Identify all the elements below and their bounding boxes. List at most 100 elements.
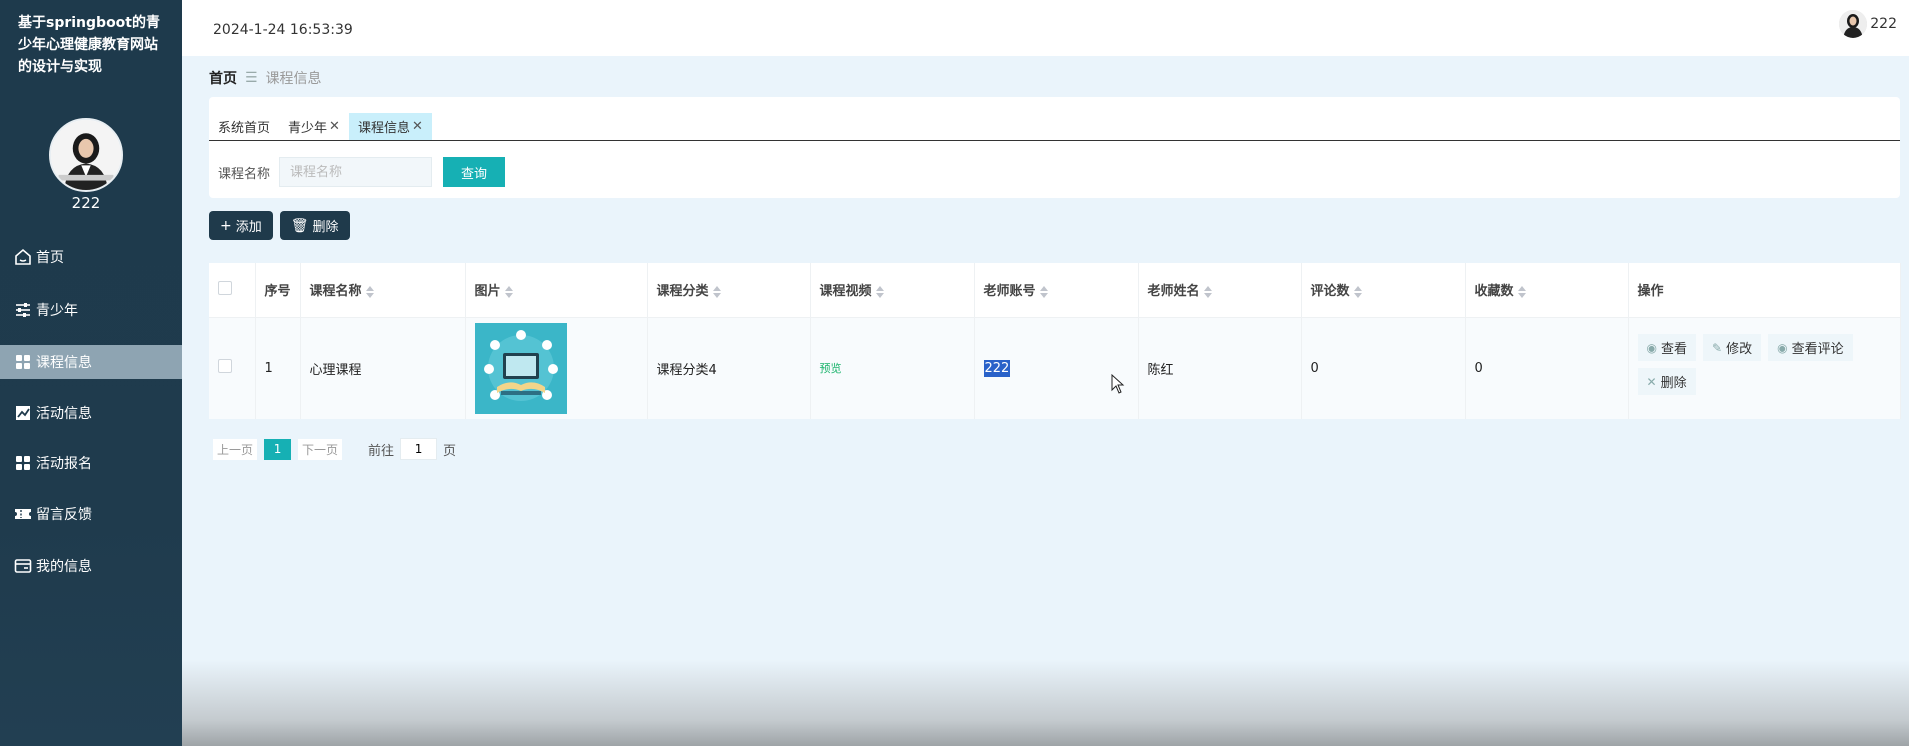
- sidebar-item-youth[interactable]: 青少年: [0, 293, 182, 327]
- edit-button[interactable]: ✎ 修改: [1703, 334, 1762, 362]
- sidebar-item-label: 留言反馈: [36, 507, 92, 523]
- delete-button[interactable]: 🗑 删除: [279, 211, 350, 240]
- row-checkbox[interactable]: [218, 359, 232, 374]
- column-header-operations: 操作: [1628, 263, 1901, 318]
- query-button[interactable]: 查询: [443, 157, 506, 187]
- avatar-image: [1839, 10, 1867, 38]
- edit-button-label: 修改: [1726, 342, 1753, 358]
- column-header-index: 序号: [255, 263, 301, 318]
- column-header-teacher-name[interactable]: 老师姓名: [1138, 263, 1302, 318]
- cell-image: [465, 317, 648, 419]
- page-number-current[interactable]: 1: [264, 438, 292, 460]
- column-label: 老师账号: [983, 284, 1036, 300]
- goto-page-input[interactable]: [400, 438, 438, 460]
- column-header-favorites[interactable]: 收藏数: [1465, 263, 1629, 318]
- sort-icon[interactable]: [1039, 285, 1048, 298]
- add-button[interactable]: + 添加: [209, 211, 273, 240]
- row-delete-button-label: 删除: [1660, 376, 1687, 392]
- sidebar-item-feedback[interactable]: 留言反馈: [0, 497, 182, 531]
- mouse-cursor-icon: [1111, 374, 1125, 394]
- breadcrumb: 首页 ☰ 课程信息: [209, 68, 322, 88]
- teacher-account-selected-text: 222: [983, 359, 1011, 377]
- prev-page-button[interactable]: 上一页: [213, 438, 258, 460]
- view-button-label: 查看: [1660, 342, 1687, 358]
- column-header-video[interactable]: 课程视频: [810, 263, 975, 318]
- sort-icon[interactable]: [1517, 285, 1526, 298]
- sidebar-item-label: 青少年: [36, 303, 78, 319]
- column-header-category[interactable]: 课程分类: [647, 263, 811, 318]
- tab-youth[interactable]: 青少年 ✕: [279, 113, 349, 140]
- tab-system-home[interactable]: 系统首页: [209, 113, 279, 140]
- column-label: 课程名称: [309, 284, 362, 300]
- trash-icon: 🗑: [290, 217, 309, 234]
- column-header-comments[interactable]: 评论数: [1301, 263, 1466, 318]
- column-label: 序号: [264, 284, 291, 300]
- eye-icon: ◉: [1777, 340, 1788, 355]
- page-unit-label: 页: [443, 443, 457, 459]
- top-header: 2024-1-24 16:53:39 222: [182, 0, 1909, 56]
- sort-icon[interactable]: [504, 285, 513, 298]
- tab-course-info[interactable]: 课程信息 ✕: [348, 113, 432, 140]
- sort-icon[interactable]: [1353, 285, 1362, 298]
- column-header-image[interactable]: 图片: [465, 263, 648, 318]
- action-bar: + 添加 🗑 删除: [209, 211, 357, 240]
- cell-video: 预览: [810, 317, 975, 419]
- cell-index: 1: [255, 317, 301, 419]
- header-avatar[interactable]: [1839, 10, 1867, 38]
- cell-favorites: 0: [1465, 317, 1629, 419]
- breadcrumb-separator-icon: ☰: [245, 70, 258, 86]
- next-page-button[interactable]: 下一页: [298, 438, 343, 460]
- sliders-icon: [14, 301, 32, 319]
- sort-icon[interactable]: [365, 285, 374, 298]
- card-icon: [14, 557, 32, 575]
- pagination: 上一页 1 下一页 前往 页: [213, 438, 456, 460]
- table-header-row: 序号 课程名称 图片 课程分类 课程视频 老师账号 老师姓名 评论数 收藏数 操…: [209, 263, 1901, 318]
- tab-label: 青少年: [288, 121, 328, 136]
- sidebar-avatar[interactable]: [49, 118, 123, 192]
- row-operations: ◉ 查看 ✎ 修改 ◉ 查看评论 ✕ 删除: [1637, 334, 1868, 402]
- grid-icon: [14, 353, 32, 371]
- column-label: 课程视频: [819, 284, 872, 300]
- column-label: 收藏数: [1474, 284, 1514, 300]
- cell-course-name: 心理课程: [300, 317, 466, 419]
- select-all-cell: [209, 263, 256, 318]
- select-all-checkbox[interactable]: [218, 280, 232, 295]
- sidebar-item-label: 课程信息: [36, 355, 92, 371]
- cell-category: 课程分类4: [647, 317, 811, 419]
- course-name-search-input[interactable]: [279, 157, 433, 187]
- column-header-teacher-account[interactable]: 老师账号: [974, 263, 1139, 318]
- video-preview-link[interactable]: 预览: [820, 362, 842, 375]
- tabs-search-panel: 系统首页 青少年 ✕ 课程信息 ✕ 课程名称 查询: [209, 97, 1900, 198]
- view-comments-button[interactable]: ◉ 查看评论: [1768, 334, 1853, 362]
- sort-icon[interactable]: [712, 285, 721, 298]
- sidebar-item-activity-info[interactable]: 活动信息: [0, 396, 182, 430]
- course-thumbnail[interactable]: [474, 322, 567, 414]
- view-comments-button-label: 查看评论: [1791, 342, 1844, 358]
- sidebar: 基于springboot的青少年心理健康教育网站的设计与实现 222 首页 青少…: [0, 0, 182, 746]
- sidebar-item-course-info[interactable]: 课程信息: [0, 345, 182, 379]
- close-icon[interactable]: ✕: [412, 119, 423, 134]
- column-label: 评论数: [1310, 284, 1350, 300]
- eye-icon: ◉: [1646, 340, 1657, 355]
- tab-bar: 系统首页 青少年 ✕ 课程信息 ✕: [209, 113, 1900, 141]
- row-delete-button[interactable]: ✕ 删除: [1637, 368, 1696, 396]
- header-datetime: 2024-1-24 16:53:39: [213, 22, 353, 38]
- sidebar-item-label: 我的信息: [36, 559, 92, 575]
- sort-icon[interactable]: [875, 285, 884, 298]
- cell-comments: 0: [1301, 317, 1466, 419]
- sidebar-item-activity-signup[interactable]: 活动报名: [0, 446, 182, 480]
- view-button[interactable]: ◉ 查看: [1637, 334, 1696, 362]
- column-header-course-name[interactable]: 课程名称: [300, 263, 466, 318]
- close-icon: ✕: [1646, 374, 1657, 389]
- breadcrumb-home[interactable]: 首页: [209, 68, 237, 88]
- sort-icon[interactable]: [1203, 285, 1212, 298]
- sidebar-item-label: 活动报名: [36, 456, 92, 472]
- add-button-label: 添加: [235, 220, 262, 235]
- close-icon[interactable]: ✕: [329, 119, 340, 134]
- avatar-image: [51, 120, 121, 190]
- ticket-icon: [14, 505, 32, 523]
- sidebar-item-home[interactable]: 首页: [0, 240, 182, 274]
- sidebar-item-label: 活动信息: [36, 406, 92, 422]
- sidebar-item-my-info[interactable]: 我的信息: [0, 549, 182, 583]
- header-username[interactable]: 222: [1870, 16, 1897, 32]
